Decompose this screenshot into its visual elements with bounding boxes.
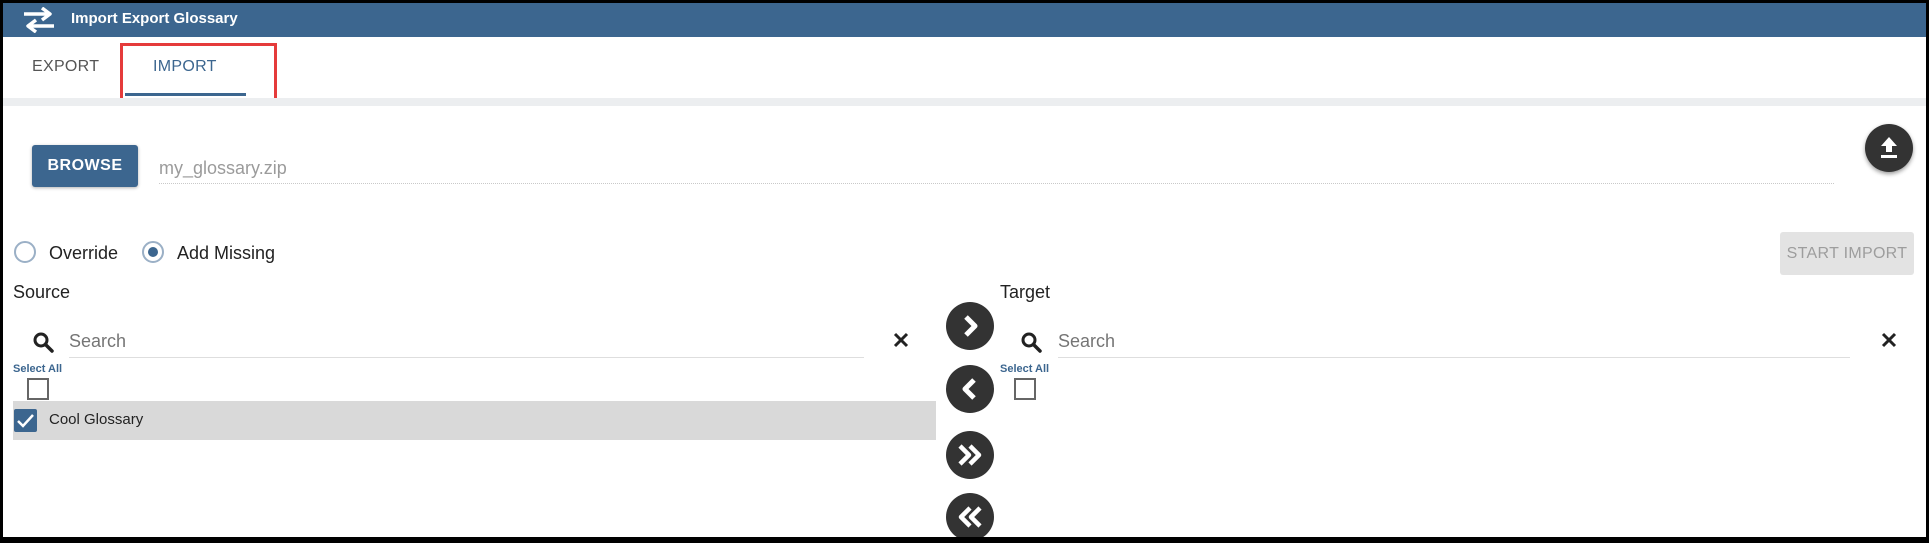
add-missing-radio[interactable] (142, 241, 164, 263)
start-import-button[interactable]: START IMPORT (1780, 232, 1914, 275)
target-clear-icon[interactable] (1880, 331, 1898, 349)
source-select-all-checkbox[interactable] (27, 378, 49, 400)
override-radio[interactable] (14, 241, 36, 263)
search-icon (1021, 332, 1042, 353)
move-right-icon (964, 315, 978, 337)
move-left-icon (962, 378, 976, 400)
upload-button[interactable] (1865, 124, 1913, 172)
override-label: Override (49, 243, 119, 263)
search-icon (33, 332, 54, 353)
list-item[interactable]: Cool Glossary (13, 401, 936, 440)
target-select-all[interactable]: Select All (1000, 363, 1049, 375)
target-title: Target (1000, 282, 1051, 302)
import-tab-highlight (120, 43, 277, 103)
list-item-checkbox[interactable] (14, 409, 37, 432)
swap-arrows-icon (24, 7, 54, 33)
window-title: Import Export Glossary (71, 10, 238, 27)
list-item-label: Cool Glossary (49, 411, 144, 428)
checkmark-icon (17, 414, 34, 428)
file-name-field[interactable] (159, 153, 1834, 184)
move-all-left-button[interactable] (946, 493, 994, 537)
tab-export[interactable]: EXPORT (32, 58, 99, 76)
source-title: Source (13, 282, 71, 302)
move-all-right-icon (958, 444, 982, 466)
target-select-all-checkbox[interactable] (1014, 378, 1036, 400)
title-bar: Import Export Glossary (3, 3, 1926, 37)
add-missing-label: Add Missing (177, 243, 276, 263)
target-search-input[interactable] (1058, 325, 1850, 358)
browse-button[interactable]: BROWSE (32, 145, 138, 187)
move-left-button[interactable] (946, 365, 994, 413)
source-select-all[interactable]: Select All (13, 363, 62, 375)
import-export-dialog: Import Export Glossary EXPORT IMPORT BRO… (3, 3, 1926, 537)
source-clear-icon[interactable] (892, 331, 910, 349)
tab-bar: EXPORT IMPORT (3, 37, 1926, 99)
upload-icon (1881, 137, 1897, 158)
move-right-button[interactable] (946, 302, 994, 350)
source-search-input[interactable] (69, 325, 864, 358)
move-all-right-button[interactable] (946, 431, 994, 479)
move-all-left-icon (958, 506, 982, 528)
panel-divider (3, 98, 1926, 106)
